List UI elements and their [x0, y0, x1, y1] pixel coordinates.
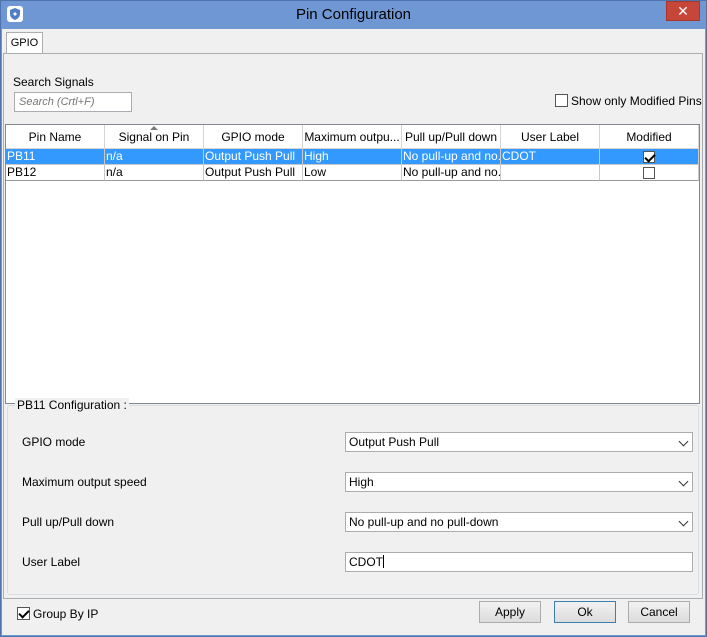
max-speed-value: High — [349, 475, 374, 489]
cell-max-speed: Low — [303, 165, 402, 181]
cell-modified — [600, 149, 699, 165]
text-caret — [383, 555, 384, 568]
column-header-max-speed[interactable]: Maximum outpu... — [303, 125, 402, 149]
chevron-down-icon — [678, 476, 689, 487]
cell-gpio-mode: Output Push Pull — [204, 149, 303, 165]
group-by-ip-checkbox[interactable]: Group By IP — [17, 606, 98, 621]
gpio-mode-value: Output Push Pull — [349, 435, 440, 449]
column-header-pull[interactable]: Pull up/Pull down — [402, 125, 501, 149]
cell-pin-name: PB12 — [6, 165, 105, 181]
config-group-title: PB11 Configuration : — [15, 398, 129, 412]
window-title: Pin Configuration — [295, 6, 412, 23]
cancel-button[interactable]: Cancel — [628, 601, 690, 623]
dialog-footer: Group By IP Apply Ok Cancel — [2, 599, 705, 635]
show-modified-label: Show only Modified Pins — [571, 93, 702, 108]
pin-table: Pin Name Signal on Pin GPIO mode Maximum… — [5, 124, 700, 404]
show-modified-pins-checkbox[interactable]: Show only Modified Pins — [555, 93, 702, 109]
dialog-body: GPIO Search Signals Show only Modified P… — [2, 29, 705, 635]
user-label-input[interactable]: CDOT — [345, 552, 693, 572]
cell-max-speed: High — [303, 149, 402, 165]
pin-configuration-group: PB11 Configuration : GPIO mode Output Pu… — [7, 398, 699, 595]
title-bar[interactable]: Pin Configuration ✕ — [1, 1, 706, 29]
cell-pull: No pull-up and no... — [402, 165, 501, 181]
cell-signal: n/a — [105, 165, 204, 181]
ok-button[interactable]: Ok — [554, 601, 616, 623]
tab-strip: GPIO — [2, 29, 705, 54]
apply-button[interactable]: Apply — [479, 601, 541, 623]
column-header-pin-name[interactable]: Pin Name — [6, 125, 105, 149]
cell-user-label: CDOT — [501, 149, 600, 165]
search-signals-label: Search Signals — [13, 75, 94, 89]
gpio-mode-label: GPIO mode — [22, 435, 86, 449]
column-header-modified[interactable]: Modified — [600, 125, 699, 149]
column-header-user-label[interactable]: User Label — [501, 125, 600, 149]
cell-signal: n/a — [105, 149, 204, 165]
chevron-down-icon — [678, 516, 689, 527]
column-header-signal-on-pin[interactable]: Signal on Pin — [105, 125, 204, 149]
group-by-ip-checkbox-box[interactable] — [17, 607, 30, 621]
pull-label: Pull up/Pull down — [22, 515, 115, 529]
user-label-label: User Label — [22, 555, 81, 569]
sort-ascending-icon — [150, 126, 158, 130]
column-header-signal-label: Signal on Pin — [118, 130, 190, 144]
close-button[interactable]: ✕ — [666, 1, 700, 21]
column-header-gpio-mode[interactable]: GPIO mode — [204, 125, 303, 149]
cell-user-label — [501, 165, 600, 181]
table-row[interactable]: PB11 n/a Output Push Pull High No pull-u… — [6, 149, 699, 165]
pull-select[interactable]: No pull-up and no pull-down — [345, 512, 693, 532]
max-speed-label: Maximum output speed — [22, 475, 147, 489]
group-by-ip-label: Group By IP — [33, 606, 99, 621]
modified-checkbox[interactable] — [643, 167, 655, 180]
chevron-down-icon — [678, 436, 689, 447]
cell-pin-name: PB11 — [6, 149, 105, 165]
show-modified-checkbox-box[interactable] — [555, 94, 568, 108]
cell-modified — [600, 165, 699, 181]
pull-value: No pull-up and no pull-down — [349, 515, 499, 529]
cell-gpio-mode: Output Push Pull — [204, 165, 303, 181]
pin-configuration-dialog: Pin Configuration ✕ GPIO Search Signals … — [0, 0, 707, 637]
table-row[interactable]: PB12 n/a Output Push Pull Low No pull-up… — [6, 165, 699, 181]
search-input[interactable] — [14, 92, 132, 112]
modified-checkbox[interactable] — [643, 151, 655, 164]
table-header: Pin Name Signal on Pin GPIO mode Maximum… — [6, 125, 699, 149]
user-label-value: CDOT — [349, 555, 383, 569]
max-speed-select[interactable]: High — [345, 472, 693, 492]
gpio-mode-select[interactable]: Output Push Pull — [345, 432, 693, 452]
cell-pull: No pull-up and no... — [402, 149, 501, 165]
tab-gpio[interactable]: GPIO — [6, 32, 43, 54]
